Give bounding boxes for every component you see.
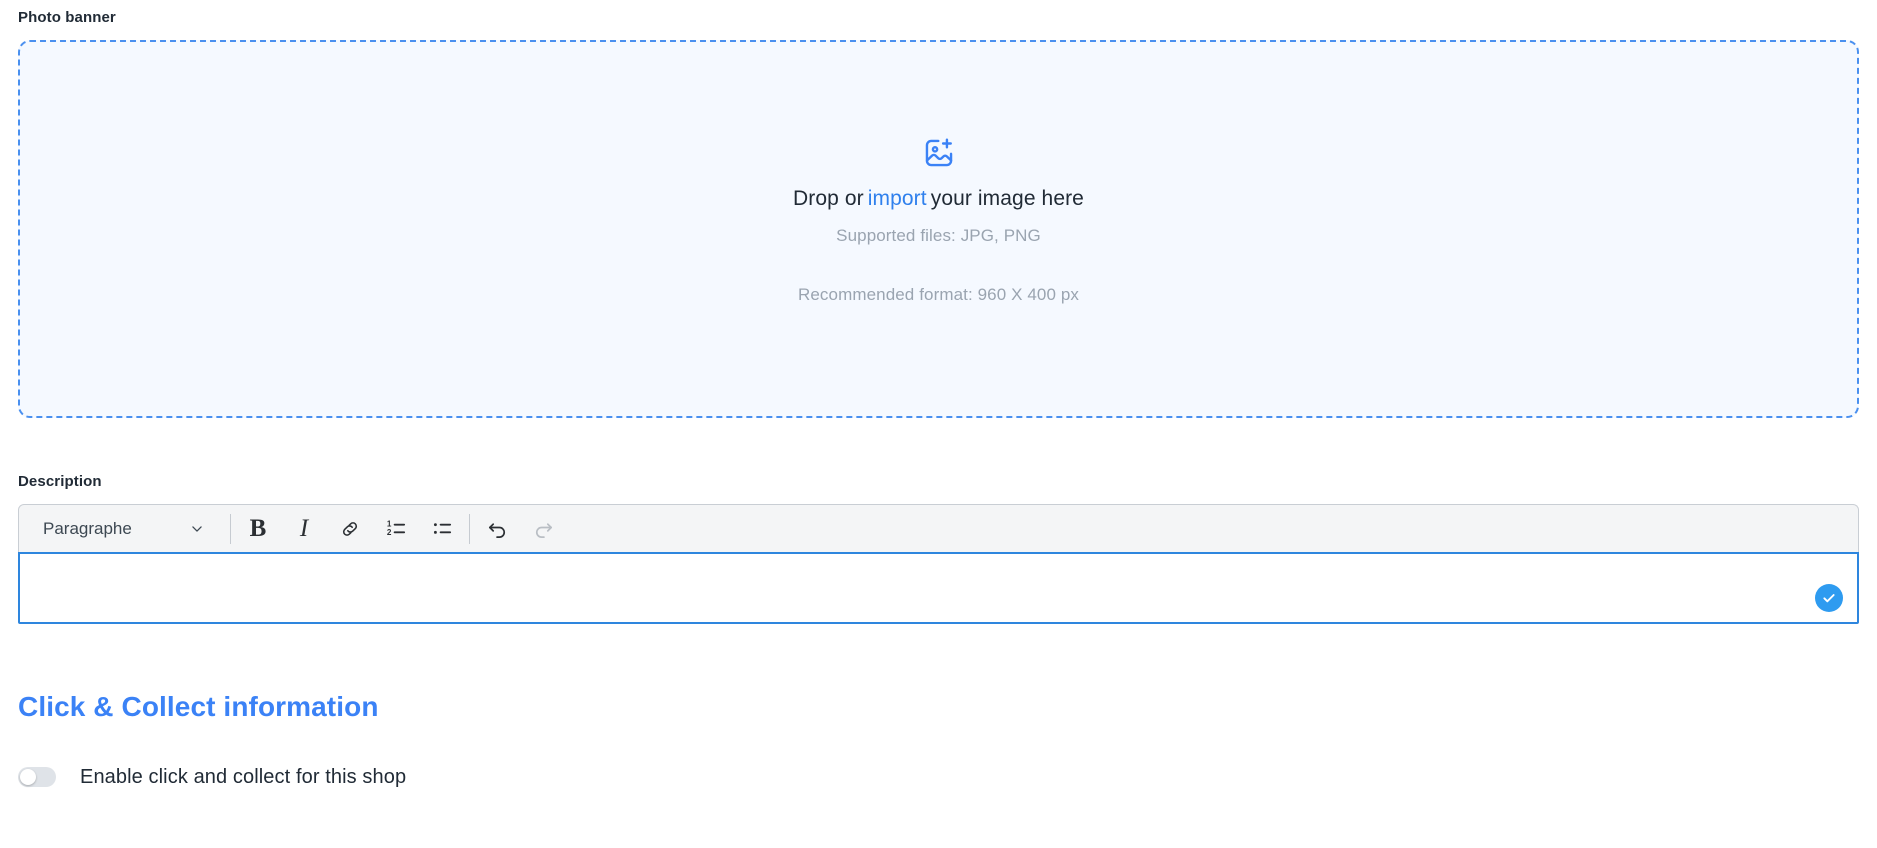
photo-banner-section: Photo banner Drop or import your image her…: [18, 0, 1859, 418]
editor-toolbar: Paragraphe B I 1 2: [18, 504, 1859, 552]
click-collect-section: Click & Collect information Enable click…: [18, 690, 1859, 790]
redo-button[interactable]: [520, 506, 566, 552]
ordered-list-icon: 1 2: [385, 517, 408, 540]
confirm-description-button[interactable]: [1815, 584, 1843, 612]
drop-suffix-text: your image here: [930, 187, 1084, 210]
import-link[interactable]: import: [864, 187, 931, 210]
description-label: Description: [18, 473, 102, 490]
block-format-select[interactable]: Paragraphe: [21, 506, 226, 552]
italic-button[interactable]: I: [281, 506, 327, 552]
undo-button[interactable]: [474, 506, 520, 552]
bold-icon: B: [249, 515, 267, 542]
supported-files-text: Supported files: JPG, PNG: [836, 226, 1041, 245]
dropzone-content: Drop or import your image here Supported f…: [793, 136, 1084, 306]
svg-text:1: 1: [386, 520, 391, 529]
toolbar-divider-1: [230, 513, 231, 544]
image-plus-icon: [922, 136, 956, 170]
bold-button[interactable]: B: [235, 506, 281, 552]
toolbar-divider-2: [469, 513, 470, 544]
enable-click-collect-label: Enable click and collect for this shop: [80, 766, 407, 788]
toggle-knob: [20, 769, 36, 785]
photo-banner-label: Photo banner: [18, 9, 116, 26]
shop-settings-page: Photo banner Drop or import your image her…: [0, 0, 1877, 848]
chevron-down-icon: [190, 522, 204, 536]
link-button[interactable]: [327, 506, 373, 552]
svg-text:2: 2: [386, 528, 391, 537]
recommended-format-text: Recommended format: 960 X 400 px: [797, 285, 1080, 304]
photo-banner-dropzone[interactable]: Drop or import your image here Supported f…: [18, 40, 1859, 418]
italic-icon: I: [299, 515, 309, 542]
undo-icon: [486, 517, 509, 540]
block-format-value: Paragraphe: [43, 518, 132, 538]
editor-body[interactable]: [18, 552, 1859, 624]
bullet-list-icon: [431, 517, 454, 540]
click-collect-toggle-row: Enable click and collect for this shop: [18, 764, 1859, 790]
link-icon: [339, 518, 361, 540]
rich-text-editor: Paragraphe B I 1 2: [18, 504, 1859, 624]
bullet-list-button[interactable]: [419, 506, 465, 552]
ordered-list-button[interactable]: 1 2: [373, 506, 419, 552]
enable-click-collect-toggle[interactable]: [18, 767, 56, 787]
click-collect-heading: Click & Collect information: [18, 691, 379, 722]
check-icon: [1821, 590, 1837, 606]
drop-prefix-text: Drop or: [793, 187, 864, 210]
description-section: Description Paragraphe B I 1 2: [18, 464, 1859, 624]
dropzone-primary-text: Drop or import your image here: [793, 186, 1084, 212]
redo-icon: [532, 517, 555, 540]
description-input[interactable]: [20, 554, 1857, 622]
